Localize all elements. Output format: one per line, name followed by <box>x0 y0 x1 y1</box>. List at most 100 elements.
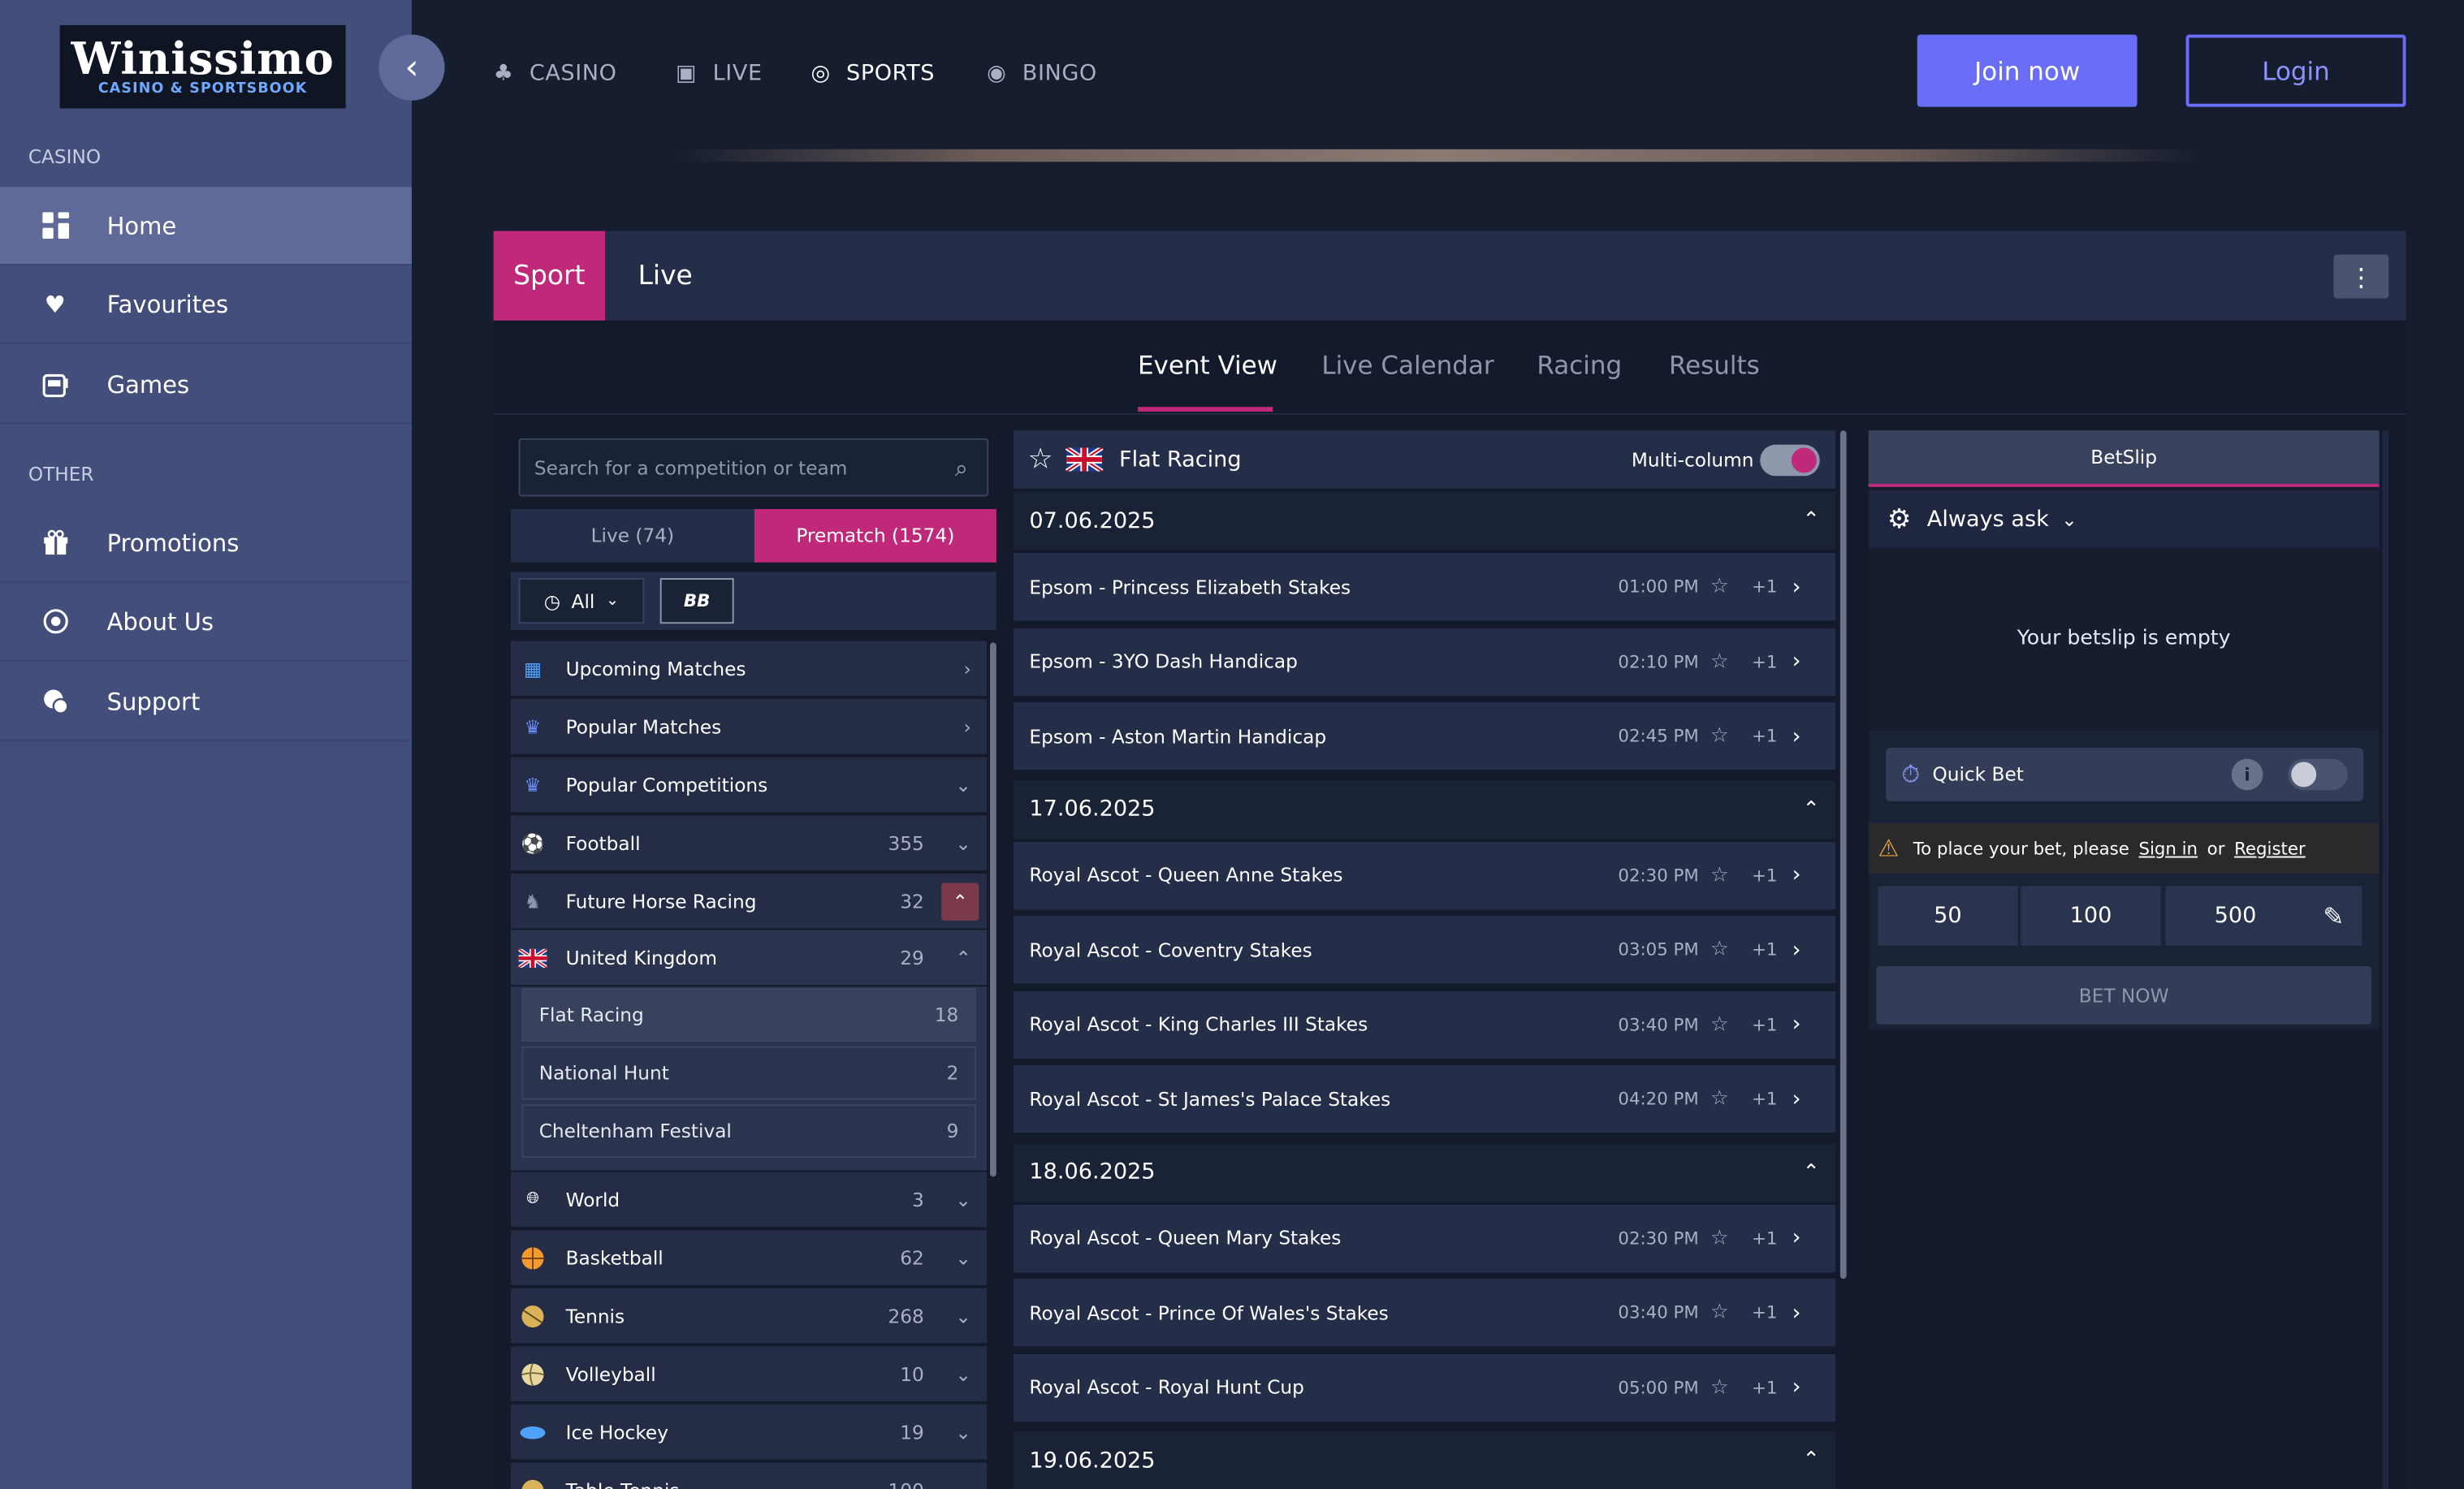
left-scrollbar[interactable] <box>990 642 996 1177</box>
competition-cheltenham-festival[interactable]: Cheltenham Festival 9 <box>521 1104 976 1159</box>
login-button[interactable]: Login <box>2185 34 2406 107</box>
uk-flag-icon <box>1066 447 1104 472</box>
subtab-racing[interactable]: Racing <box>1537 351 1622 381</box>
star-icon[interactable]: ☆ <box>1710 938 1729 961</box>
star-icon[interactable]: ☆ <box>1710 1087 1729 1111</box>
sport-label: Tennis <box>565 1305 625 1327</box>
sport-label: World <box>565 1188 620 1211</box>
sport-world[interactable]: 🌐︎ World 3 ⌄ <box>510 1172 988 1228</box>
betslip-scrollbar[interactable] <box>2382 430 2389 1489</box>
star-icon[interactable]: ☆ <box>1710 650 1729 673</box>
sidebar-item-promotions[interactable]: Promotions <box>0 504 412 583</box>
chevron-right-icon[interactable]: › <box>1792 723 1801 749</box>
competition-national-hunt[interactable]: National Hunt 2 <box>521 1046 976 1100</box>
event-row[interactable]: Royal Ascot - Queen Mary Stakes 02:30 PM ☆… <box>1014 1204 1836 1272</box>
star-icon[interactable]: ☆ <box>1710 1226 1729 1249</box>
subtab-event-view[interactable]: Event View <box>1138 351 1277 381</box>
event-row[interactable]: Epsom - Princess Elizabeth Stakes 01:00 P… <box>1014 553 1836 621</box>
star-icon[interactable]: ☆ <box>1710 575 1729 598</box>
event-row[interactable]: Royal Ascot - Coventry Stakes 03:05 PM ☆ +1… <box>1014 916 1836 984</box>
subtab-results[interactable]: Results <box>1669 351 1760 381</box>
edit-stakes-button[interactable]: ✎ <box>2305 886 2362 946</box>
join-now-button[interactable]: Join now <box>1917 34 2138 107</box>
tab-live-events[interactable]: Live (74) <box>510 508 754 563</box>
menu-popular-matches[interactable]: ♛ Popular Matches › <box>510 699 988 754</box>
chevron-right-icon[interactable]: › <box>1792 937 1801 962</box>
chevron-right-icon[interactable]: › <box>1792 1012 1801 1037</box>
event-row[interactable]: Royal Ascot - Prince Of Wales's Stakes 03… <box>1014 1279 1836 1347</box>
sport-basketball[interactable]: Basketball 62 ⌄ <box>510 1230 988 1285</box>
topnav-bingo[interactable]: ◉ BINGO <box>987 57 1097 92</box>
sidebar-item-about-us[interactable]: About Us <box>0 583 412 662</box>
star-icon[interactable]: ☆ <box>1027 443 1053 477</box>
star-icon[interactable]: ☆ <box>1710 1012 1729 1036</box>
register-link[interactable]: Register <box>2234 838 2306 858</box>
sidebar-item-home[interactable]: Home <box>0 187 412 266</box>
date-group-header[interactable]: 18.06.2025 ⌃ <box>1014 1142 1836 1202</box>
sidebar-item-favourites[interactable]: ♥ Favourites <box>0 265 412 344</box>
tab-live[interactable]: Live <box>638 231 693 320</box>
odds-change-dropdown[interactable]: ⚙ Always ask ⌄ <box>1868 490 2380 549</box>
event-time: 02:10 PM <box>1618 651 1699 672</box>
event-row[interactable]: Epsom - Aston Martin Handicap 02:45 PM ☆ +1… <box>1014 701 1836 770</box>
sport-volleyball[interactable]: Volleyball 10 ⌄ <box>510 1346 988 1402</box>
event-row[interactable]: Epsom - 3YO Dash Handicap 02:10 PM ☆ +1 › <box>1014 628 1836 696</box>
chevron-right-icon[interactable]: › <box>1792 1300 1801 1325</box>
chevron-up-icon[interactable]: ⌃ <box>941 882 979 920</box>
topnav-sports[interactable]: ◎ SPORTS <box>811 57 935 92</box>
star-icon[interactable]: ☆ <box>1710 724 1729 748</box>
chevron-right-icon[interactable]: › <box>1792 1225 1801 1250</box>
stake-50-button[interactable]: 50 <box>1878 886 2018 946</box>
sport-table-tennis[interactable]: Table Tennis 100 ⌄ <box>510 1462 988 1489</box>
sport-football[interactable]: ⚽ Football 355 ⌄ <box>510 815 988 870</box>
sign-in-link[interactable]: Sign in <box>2138 838 2198 858</box>
competition-flat-racing[interactable]: Flat Racing 18 <box>521 988 976 1042</box>
brand-logo[interactable]: Winissimo CASINO & SPORTSBOOK <box>59 24 346 109</box>
betslip-header[interactable]: BetSlip <box>1868 430 2380 487</box>
info-icon[interactable]: i <box>2231 758 2263 791</box>
event-row[interactable]: Royal Ascot - St James's Palace Stakes 04… <box>1014 1064 1836 1133</box>
subtab-live-calendar[interactable]: Live Calendar <box>1321 351 1494 381</box>
competition-search-input[interactable]: Search for a competition or team ⌕ <box>518 438 989 497</box>
more-options-button[interactable]: ⋮ <box>2333 254 2389 299</box>
star-icon[interactable]: ☆ <box>1710 1301 1729 1324</box>
topnav-casino[interactable]: ♣ CASINO <box>494 57 617 92</box>
chevron-right-icon[interactable]: › <box>1792 649 1801 674</box>
date-group-header[interactable]: 17.06.2025 ⌃ <box>1014 779 1836 839</box>
topnav-live[interactable]: ▣ LIVE <box>676 57 763 92</box>
tab-sport[interactable]: Sport <box>493 231 605 321</box>
chevron-right-icon[interactable]: › <box>1792 862 1801 887</box>
chevron-right-icon[interactable]: › <box>1792 1375 1801 1400</box>
bet-now-button[interactable]: BET NOW <box>1876 966 2371 1025</box>
menu-upcoming-matches[interactable]: ▦ Upcoming Matches › <box>510 641 988 697</box>
chevron-right-icon[interactable]: › <box>1792 1086 1801 1111</box>
sport-tennis[interactable]: Tennis 268 ⌄ <box>510 1288 988 1344</box>
collapse-sidebar-button[interactable]: ‹ <box>378 34 445 101</box>
chevron-right-icon[interactable]: › <box>1792 574 1801 599</box>
event-row[interactable]: Royal Ascot - Royal Hunt Cup 05:00 PM ☆ +1 › <box>1014 1353 1836 1422</box>
bet-builder-button[interactable]: BB <box>659 578 734 624</box>
stake-100-button[interactable]: 100 <box>2021 886 2161 946</box>
date-group-header[interactable]: 07.06.2025 ⌃ <box>1014 491 1836 550</box>
star-icon[interactable]: ☆ <box>1710 1375 1729 1399</box>
region-united-kingdom[interactable]: United Kingdom 29 ⌃ <box>510 930 988 986</box>
date-group-header[interactable]: 19.06.2025 ⌃ <box>1014 1431 1836 1489</box>
sidebar-item-games[interactable]: Games <box>0 346 412 425</box>
star-icon[interactable]: ☆ <box>1710 863 1729 887</box>
stake-500-button[interactable]: 500 <box>2165 886 2306 946</box>
sport-ice-hockey[interactable]: Ice Hockey 19 ⌄ <box>510 1404 988 1460</box>
widget-header <box>493 231 2406 321</box>
time-filter-dropdown[interactable]: ◷ All ⌄ <box>518 578 645 624</box>
event-row[interactable]: Royal Ascot - Queen Anne Stakes 02:30 PM ☆… <box>1014 841 1836 909</box>
menu-popular-competitions[interactable]: ♛ Popular Competitions ⌄ <box>510 757 988 813</box>
sport-future-horse-racing[interactable]: ♞ Future Horse Racing 32 ⌃ <box>510 873 988 929</box>
menu-label: Popular Competitions <box>565 773 768 796</box>
event-row[interactable]: Royal Ascot - King Charles III Stakes 03:… <box>1014 991 1836 1059</box>
date-label: 07.06.2025 <box>1029 507 1156 533</box>
sidebar-item-support[interactable]: Support <box>0 663 412 742</box>
tab-prematch[interactable]: Prematch (1574) <box>754 508 996 563</box>
multicolumn-toggle[interactable] <box>1760 444 1820 477</box>
event-name: Royal Ascot - King Charles III Stakes <box>1029 1013 1368 1036</box>
quick-bet-toggle[interactable] <box>2288 758 2348 791</box>
middle-scrollbar[interactable] <box>1839 430 1847 1280</box>
